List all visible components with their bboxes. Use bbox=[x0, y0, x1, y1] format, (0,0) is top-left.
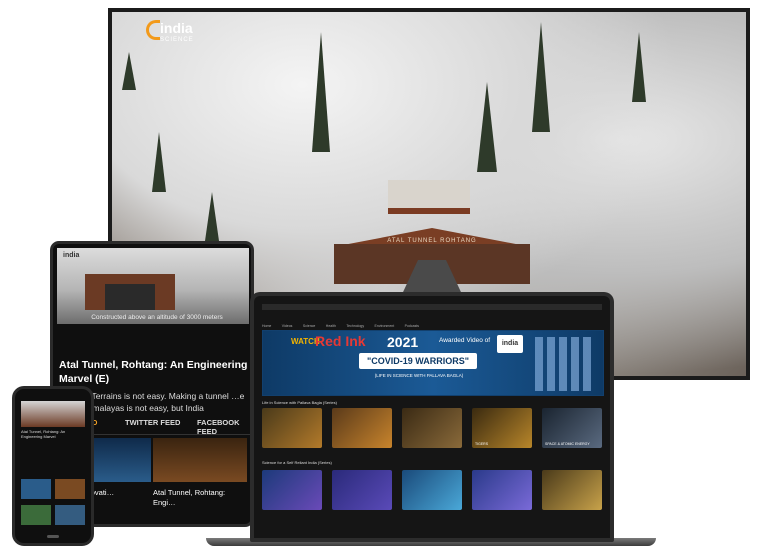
logo-text: india bbox=[63, 252, 80, 259]
pine-tree bbox=[632, 32, 646, 102]
nav-item-videos[interactable]: Videos bbox=[282, 324, 293, 328]
video-tile[interactable] bbox=[55, 479, 85, 499]
nav-item-technology[interactable]: Technology bbox=[346, 324, 364, 328]
home-indicator bbox=[47, 535, 59, 538]
video-card-thumbnail[interactable] bbox=[153, 438, 247, 482]
article-hero-image[interactable]: india Constructed above an altitude of 3… bbox=[57, 248, 249, 324]
pine-tree bbox=[312, 32, 330, 152]
nav-item-health[interactable]: Health bbox=[326, 324, 336, 328]
video-tile[interactable] bbox=[402, 408, 462, 448]
video-tile[interactable]: SPACE & ATOMIC ENERGY bbox=[542, 408, 602, 448]
pine-tree bbox=[152, 132, 166, 192]
video-tile[interactable] bbox=[262, 470, 322, 510]
video-tile[interactable] bbox=[332, 470, 392, 510]
logo-text: india bbox=[160, 20, 193, 36]
video-tile[interactable] bbox=[402, 470, 462, 510]
banner-headline: "COVID-19 WARRIORS" bbox=[359, 353, 477, 369]
video-tile[interactable] bbox=[542, 470, 602, 510]
tunnel-upper-structure bbox=[388, 180, 470, 214]
tunnel-sign: ATAL TUNNEL ROHTANG bbox=[387, 238, 477, 244]
nav-item-podcasts[interactable]: Podcasts bbox=[405, 324, 419, 328]
video-tile[interactable] bbox=[55, 505, 85, 525]
pine-tree bbox=[122, 52, 136, 90]
tab-twitter-feed[interactable]: TWITTER FEED bbox=[125, 418, 180, 427]
phone-device: Atal Tunnel, Rohtang: An Engineering Mar… bbox=[12, 386, 94, 546]
logo-subtext: SCIENCE bbox=[160, 37, 194, 43]
video-tile[interactable]: TIGERS bbox=[472, 408, 532, 448]
promo-banner[interactable]: WATCH Red Ink 2021 Awarded Video of "COV… bbox=[262, 330, 604, 396]
nav-item-home[interactable]: Home bbox=[262, 324, 271, 328]
banner-subtitle: (LIFE IN SCIENCE WITH PALLAVA BAGLA) bbox=[374, 373, 464, 378]
banner-logo: india bbox=[497, 335, 523, 353]
video-card-title[interactable]: Atal Tunnel, Rohtang: Engi… bbox=[153, 488, 247, 508]
tunnel-opening bbox=[105, 284, 155, 310]
video-tile[interactable] bbox=[21, 479, 51, 499]
section-title: Science for a Self Reliant India (Series… bbox=[262, 460, 332, 465]
article-title[interactable]: Atal Tunnel, Rohtang: An Engineering Mar… bbox=[21, 429, 87, 439]
tab-facebook-feed[interactable]: FACEBOOK FEED bbox=[197, 418, 251, 436]
pine-tree bbox=[532, 22, 550, 132]
video-tile[interactable] bbox=[21, 505, 51, 525]
video-tile[interactable] bbox=[262, 408, 322, 448]
video-tile[interactable] bbox=[332, 408, 392, 448]
banner-figures-image bbox=[535, 337, 595, 391]
site-nav: Home Videos Science Health Technology En… bbox=[262, 314, 602, 328]
banner-year: 2021 bbox=[387, 334, 419, 350]
section-title: Life in Science with Pallava Bagla (Seri… bbox=[262, 400, 337, 405]
india-science-logo: india SCIENCE bbox=[146, 18, 212, 52]
banner-red-ink: Red Ink bbox=[315, 333, 366, 349]
nav-item-science[interactable]: Science bbox=[303, 324, 315, 328]
video-tile[interactable] bbox=[472, 470, 532, 510]
article-hero-image[interactable] bbox=[21, 401, 85, 427]
pine-tree bbox=[477, 82, 497, 172]
logo-mark-icon bbox=[146, 20, 160, 40]
laptop-device: Home Videos Science Health Technology En… bbox=[250, 292, 614, 542]
article-title[interactable]: Atal Tunnel, Rohtang: An Engineering Mar… bbox=[59, 358, 249, 386]
browser-address-bar[interactable] bbox=[262, 304, 602, 310]
video-row: TIGERS SPACE & ATOMIC ENERGY bbox=[262, 408, 602, 448]
banner-award-text: Awarded Video of bbox=[439, 337, 491, 344]
video-row bbox=[262, 470, 602, 510]
image-caption: Constructed above an altitude of 3000 me… bbox=[91, 314, 223, 321]
nav-item-environment[interactable]: Environment bbox=[375, 324, 395, 328]
